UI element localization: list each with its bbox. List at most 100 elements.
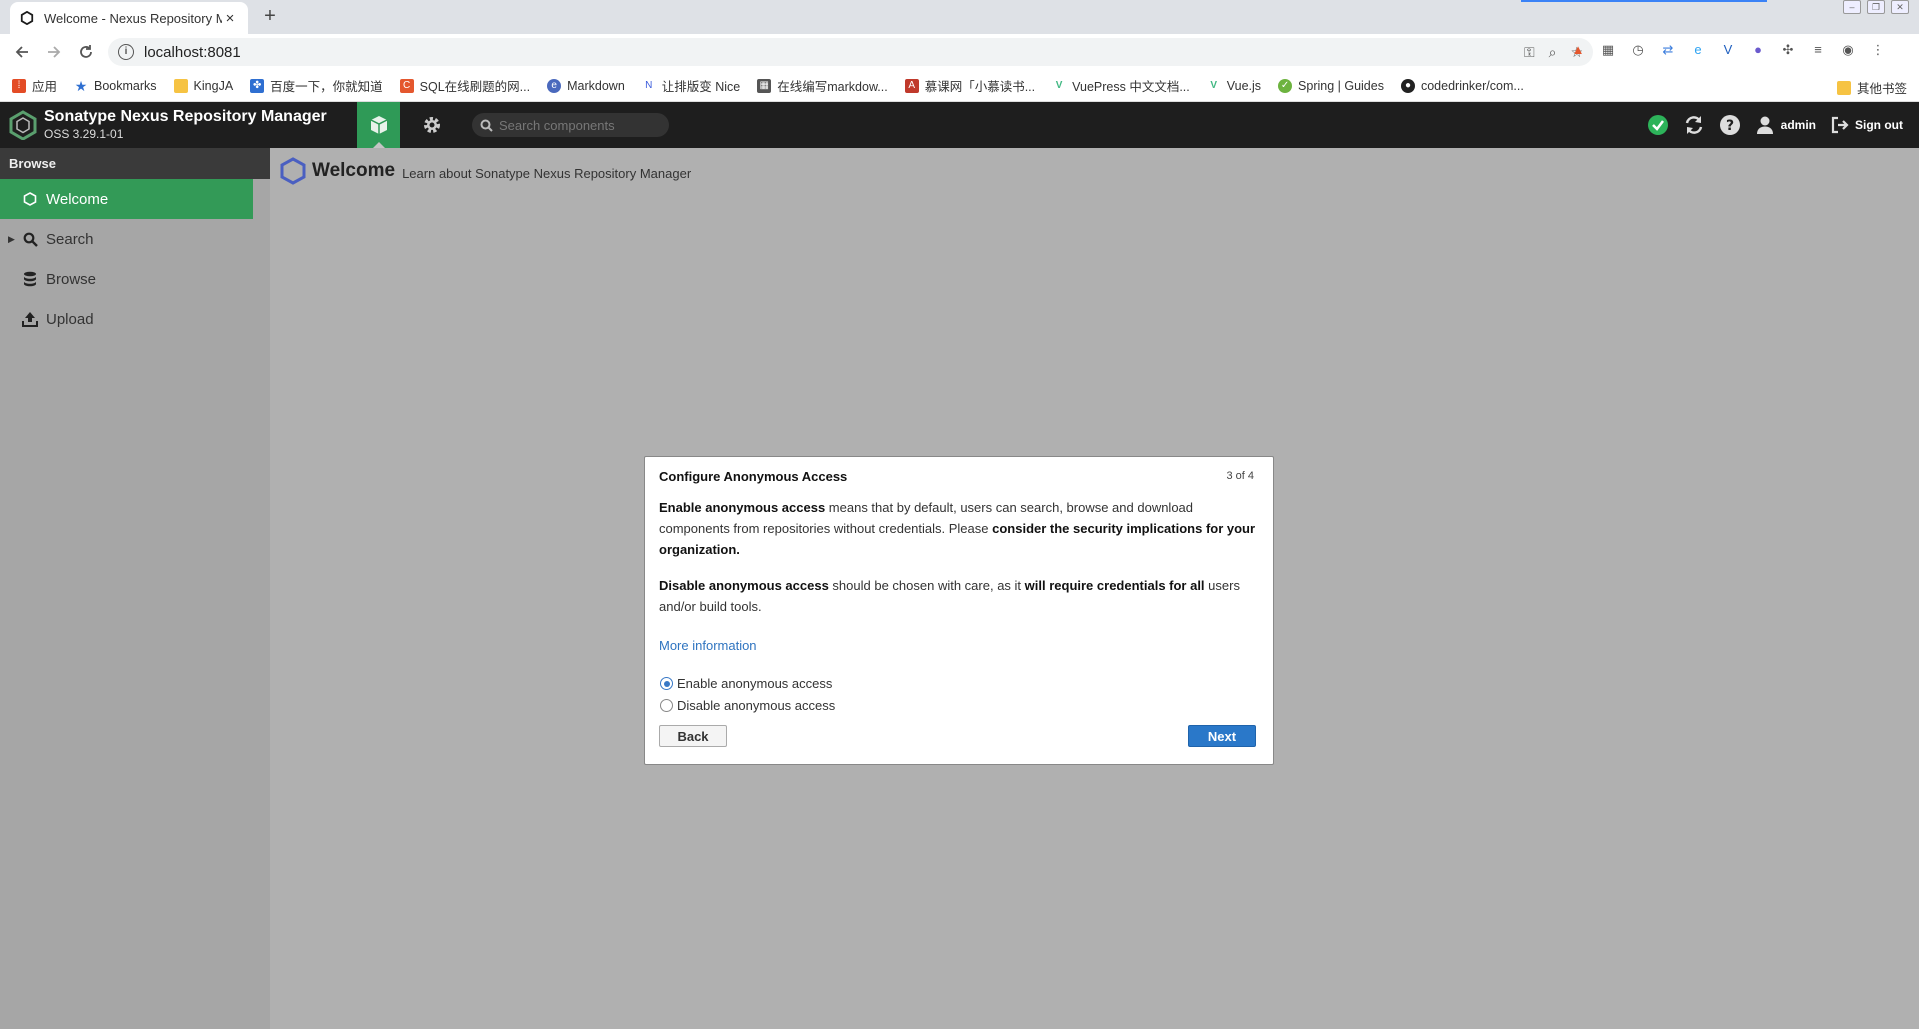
bookmark-item[interactable]: KingJA [173,78,233,93]
refresh-icon [1685,116,1702,134]
bookmark-item[interactable]: N 让排版变 Nice [642,76,740,95]
imooc-icon: A [904,78,919,93]
extension-gzip-icon[interactable]: ▦ [1598,40,1618,60]
back-button[interactable]: Back [659,725,727,747]
restore-icon[interactable]: ❐ [1867,0,1885,14]
disable-anonymous-radio[interactable]: Disable anonymous access [660,698,835,713]
bookmark-item[interactable]: ▦ 在线编写markdow... [757,76,888,95]
browser-tab[interactable]: Welcome - Nexus Repository M × [10,2,248,34]
header-actions: ? admin Sign out [1647,102,1903,148]
site-info-icon[interactable]: i [118,44,134,60]
dialog-title: Configure Anonymous Access [659,469,848,484]
extension-1-icon[interactable]: ▲ [1568,40,1588,60]
window-close-icon[interactable]: ✕ [1891,0,1909,14]
new-tab-button[interactable]: + [259,6,281,28]
search-components-input[interactable] [499,117,659,133]
sign-out-label: Sign out [1855,118,1903,132]
sign-out-icon [1831,116,1849,134]
zoom-icon[interactable]: ⌕ [1549,44,1557,61]
sidebar-item-welcome[interactable]: Welcome [0,179,253,219]
administration-button[interactable] [410,102,453,148]
extension-circle-icon[interactable]: ● [1748,40,1768,60]
browse-mode-button[interactable] [357,102,400,148]
spring-icon: ✓ [1278,78,1293,93]
search-icon [480,119,493,132]
enable-anonymous-radio[interactable]: Enable anonymous access [660,676,832,691]
star-icon: ★ [74,77,88,94]
system-status-button[interactable] [1647,114,1669,136]
bookmark-item[interactable]: ⁞ 应用 [12,76,57,95]
sql-icon: C [399,78,414,93]
wizard-step-indicator: 3 of 4 [1226,470,1254,482]
expand-arrow-icon[interactable]: ▶ [8,234,15,245]
tab-accent-bar [1521,0,1767,2]
bookmark-item[interactable]: C SQL在线刷题的网... [399,76,530,95]
user-menu[interactable]: admin [1755,115,1816,135]
nexus-logo-icon [9,110,37,140]
extension-translate-icon[interactable]: ⇄ [1658,40,1678,60]
bookmark-item[interactable]: ✤ 百度一下，你就知道 [250,76,383,95]
disable-description: Disable anonymous access should be chose… [659,578,1240,614]
page-subtitle: Learn about Sonatype Nexus Repository Ma… [402,165,692,181]
extensions-bar: ▲ ▦ ◷ ⇄ e V ● ✣ ≡ ◉ ⋮ [1568,40,1888,60]
bookmark-item[interactable]: ★ Bookmarks [74,79,157,93]
bookmarks-bar: ⁞ 应用 ★ Bookmarks KingJA ✤ 百度一下，你就知道 C SQL在线刷… [0,70,1919,102]
upload-icon [22,311,38,327]
sidebar-item-label: Browse [46,270,97,288]
hexagon-icon [280,157,306,185]
page-header: Welcome Learn about Sonatype Nexus Repos… [280,157,691,185]
key-icon[interactable]: ⚿ [1524,44,1535,61]
tab-title: Welcome - Nexus Repository M [44,10,222,26]
radio-selected[interactable] [660,677,673,690]
sidebar-item-label: Welcome [46,190,109,208]
sidebar-item-search[interactable]: ▶ Search [0,219,270,259]
bookmark-item[interactable]: e Markdown [547,78,625,93]
sidebar: Browse Welcome ▶ Search Browse Upload [0,148,270,1029]
extension-v-icon[interactable]: V [1718,40,1738,60]
minimize-icon[interactable]: – [1843,0,1861,14]
svg-text:?: ? [1726,118,1734,134]
product-version: OSS 3.29.1-01 [44,127,124,141]
back-arrow-icon[interactable] [6,36,38,68]
bookmark-item[interactable]: V VuePress 中文文档... [1052,76,1190,95]
bookmark-item[interactable]: ✓ Spring | Guides [1278,78,1384,93]
bookmark-item[interactable]: A 慕课网「小慕读书... [904,76,1035,95]
search-icon [22,231,38,247]
anonymous-access-dialog: Configure Anonymous Access 3 of 4 Enable… [644,456,1274,765]
radio-unselected[interactable] [660,699,673,712]
bookmark-item[interactable]: V Vue.js [1207,79,1261,93]
window-controls: – ❐ ✕ [1843,0,1909,14]
folder-icon [1836,80,1851,95]
component-search[interactable] [472,113,669,137]
vue-icon: V [1055,79,1063,91]
extension-clock-icon[interactable]: ◷ [1628,40,1648,60]
nexus-header: Sonatype Nexus Repository Manager OSS 3.… [0,102,1919,148]
enable-description: Enable anonymous access means that by de… [659,500,1256,557]
nexus-favicon-icon [20,11,34,25]
nice-icon: N [645,79,653,91]
help-button[interactable]: ? [1719,114,1741,136]
more-information-link[interactable]: More information [659,638,757,653]
reading-list-icon[interactable]: ≡ [1808,40,1828,60]
next-button[interactable]: Next [1188,725,1256,747]
sidebar-item-browse[interactable]: Browse [0,259,270,299]
check-circle-icon [1647,115,1668,135]
apps-icon: ⁞ [12,78,26,93]
bookmark-item[interactable]: ● codedrinker/com... [1400,78,1524,93]
extension-e-icon[interactable]: e [1688,40,1708,60]
browser-menu-icon[interactable]: ⋮ [1868,40,1888,60]
address-url[interactable]: localhost:8081 [144,44,241,61]
sidebar-item-upload[interactable]: Upload [0,299,270,339]
extensions-puzzle-icon[interactable]: ✣ [1778,40,1798,60]
profile-avatar-icon[interactable]: ◉ [1838,40,1858,60]
forward-arrow-icon[interactable] [38,36,70,68]
page-title: Welcome [312,160,396,181]
markdown-icon: e [547,78,562,93]
refresh-button[interactable] [1683,114,1705,136]
reload-icon[interactable] [70,36,102,68]
cube-icon [370,116,387,134]
address-bar[interactable]: i localhost:8081 ⚿ ⌕ ☆ [108,38,1593,66]
other-bookmarks[interactable]: 其他书签 [1836,78,1907,97]
sign-out-button[interactable]: Sign out [1830,115,1903,135]
tab-close-icon[interactable]: × [222,10,238,27]
